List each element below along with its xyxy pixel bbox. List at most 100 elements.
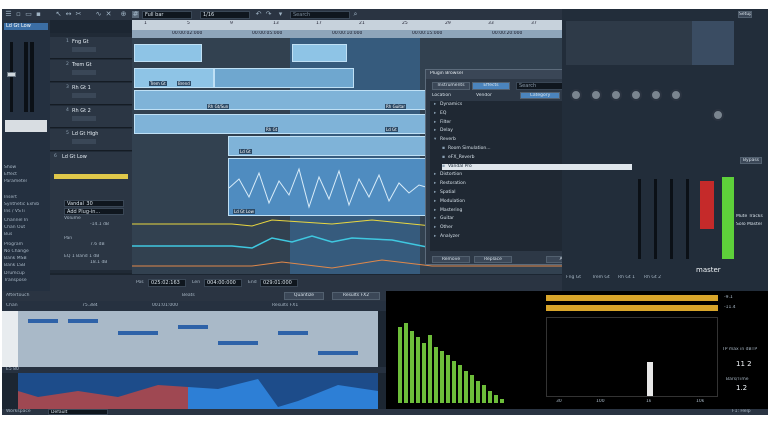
plugin-tree-item[interactable]: ▪ Vandal Pro xyxy=(442,163,632,170)
audio-object[interactable]: Ld Gt xyxy=(228,136,428,156)
length-field[interactable]: 004:00:000 xyxy=(204,279,242,287)
plugin-tree-item[interactable]: ▸ Dynamics xyxy=(434,102,624,108)
pointer-tool-icon[interactable]: ↖ xyxy=(55,11,62,18)
plugin-tree-item[interactable]: ▸ Modulation xyxy=(434,199,624,205)
filter-location[interactable]: Location xyxy=(432,93,451,99)
plugin-tree-item[interactable]: ▸ Mastering xyxy=(434,208,624,214)
new-file-icon[interactable]: ▫ xyxy=(15,11,22,18)
plugin-tree-item[interactable]: ▸ Spatial xyxy=(434,190,624,196)
lower-tab[interactable]: Aftertouch xyxy=(6,293,30,299)
track-header[interactable]: 2 Trem Gt xyxy=(50,60,132,82)
results-button[interactable]: Results FX2 xyxy=(332,292,380,300)
redo-icon[interactable]: ↷ xyxy=(265,11,272,18)
track-name[interactable]: Trem Gt xyxy=(72,62,92,68)
open-folder-icon[interactable]: ▭ xyxy=(25,11,32,18)
send-knob[interactable] xyxy=(630,89,642,101)
menu-icon[interactable]: ☰ xyxy=(5,11,12,18)
send-knob[interactable] xyxy=(570,89,582,101)
search-icon[interactable]: ⌕ xyxy=(352,11,359,18)
zoom-tool-icon[interactable]: ⊕ xyxy=(120,11,127,18)
track-buttons[interactable] xyxy=(72,70,96,75)
aftertouch-lane[interactable] xyxy=(18,373,378,409)
mode-field[interactable]: Results FX1 xyxy=(272,303,298,309)
plugin-tree-item[interactable]: ▸ Analyzer xyxy=(434,234,624,240)
remove-button[interactable]: Remove xyxy=(432,256,470,263)
filter-vendor[interactable]: Vendor xyxy=(476,93,492,99)
erase-tool-icon[interactable]: ✕ xyxy=(105,11,112,18)
replace-button[interactable]: Replace xyxy=(474,256,512,263)
midi-note[interactable] xyxy=(178,325,208,329)
setup-button[interactable]: Setup xyxy=(738,11,752,18)
inspector-volume-fader[interactable] xyxy=(10,42,13,112)
plugin-tree-item[interactable]: ▾ Reverb xyxy=(434,137,624,143)
grid-select[interactable]: 1/16 xyxy=(200,11,250,19)
track-header[interactable]: 1 Fng Gt xyxy=(50,37,132,59)
time-ruler[interactable]: 00:00:02:000 00:00:05:000 00:00:10:000 0… xyxy=(132,30,562,38)
audio-object[interactable] xyxy=(134,44,202,62)
inspector-fader-cap[interactable] xyxy=(7,72,16,77)
grid-icon[interactable]: # xyxy=(132,11,139,18)
position-field[interactable]: 025:02:163 xyxy=(148,279,186,287)
track-header[interactable]: 5 Ld Gt High xyxy=(50,129,132,151)
plugin-tree-item[interactable]: ▸ Delay xyxy=(434,128,624,134)
bypass-button[interactable]: Bypass xyxy=(740,157,762,164)
midi-note[interactable] xyxy=(68,319,98,323)
channel-fader[interactable] xyxy=(638,179,641,259)
snap-icon[interactable]: ▾ xyxy=(277,11,284,18)
pan-knob[interactable] xyxy=(712,109,724,121)
plugin-tree-item[interactable]: ▸ Other xyxy=(434,225,624,231)
midi-note[interactable] xyxy=(118,331,158,335)
value-field[interactable]: 75.384 xyxy=(82,303,98,309)
plugin-slot[interactable]: Vandal_30 xyxy=(64,200,124,207)
plugin-tree-item[interactable]: ▸ EQ xyxy=(434,111,624,117)
workspace-select[interactable]: Default xyxy=(48,409,108,415)
midi-note[interactable] xyxy=(28,319,58,323)
channel-fader[interactable] xyxy=(686,179,689,259)
solo-master-button[interactable]: Solo Master xyxy=(736,222,762,228)
search-input[interactable]: Search xyxy=(290,11,350,19)
range-tool-icon[interactable]: ↔ xyxy=(65,11,72,18)
mute-tracks-button[interactable]: Mute Tracks xyxy=(736,214,763,220)
track-buttons[interactable] xyxy=(72,139,96,144)
plugin-tree-item[interactable]: ▸ Distortion xyxy=(434,172,624,178)
track-name[interactable]: Fng Gt xyxy=(72,39,89,45)
audio-object-waveform[interactable]: Ld Gt Low xyxy=(228,158,428,216)
piano-roll-grid[interactable] xyxy=(18,311,378,367)
zoom-mode-select[interactable]: Full bar xyxy=(142,11,192,19)
curve-tool-icon[interactable]: ∿ xyxy=(95,11,102,18)
plugin-tree-item[interactable]: ▪ Room Simulation... xyxy=(442,146,632,152)
audio-object[interactable] xyxy=(292,44,347,62)
plugin-tree-item[interactable]: ▪ eFX_Reverb xyxy=(442,155,632,161)
midi-note[interactable] xyxy=(318,351,358,355)
filter-category[interactable]: Category xyxy=(520,92,560,99)
send-knob[interactable] xyxy=(590,89,602,101)
track-name[interactable]: Rh Gt 2 xyxy=(72,108,91,114)
end-field[interactable]: 029:01:000 xyxy=(260,279,298,287)
save-icon[interactable]: ▪ xyxy=(35,11,42,18)
tab-instruments[interactable]: Instruments xyxy=(432,82,470,90)
track-header[interactable]: 4 Rh Gt 2 xyxy=(50,106,132,128)
undo-icon[interactable]: ↶ xyxy=(255,11,262,18)
channel-fader[interactable] xyxy=(670,179,673,259)
track-buttons[interactable] xyxy=(72,93,96,98)
audio-object[interactable] xyxy=(214,68,354,88)
quantize-button[interactable]: Quantize xyxy=(284,292,324,300)
midi-note[interactable] xyxy=(218,341,258,345)
track-buttons[interactable] xyxy=(72,116,96,121)
track-name[interactable]: Ld Gt Low xyxy=(62,154,87,160)
cut-tool-icon[interactable]: ✂ xyxy=(75,11,82,18)
position-field[interactable]: 001:01:000 xyxy=(152,303,178,309)
track-header[interactable]: 3 Rh Gt 1 xyxy=(50,83,132,105)
audio-object[interactable]: Trem Gt Brend xyxy=(134,68,214,88)
track-name[interactable]: Ld Gt High xyxy=(72,131,98,137)
piano-keyboard[interactable] xyxy=(2,311,18,367)
track-name[interactable]: Rh Gt 1 xyxy=(72,85,91,91)
timeline-ruler[interactable]: 1 5 9 13 17 21 25 29 33 37 xyxy=(132,20,562,30)
midi-note[interactable] xyxy=(278,331,308,335)
plugin-tree-item[interactable]: ▸ Restoration xyxy=(434,181,624,187)
send-knob[interactable] xyxy=(650,89,662,101)
channel-fader[interactable] xyxy=(654,179,657,259)
tab-effects[interactable]: Effects xyxy=(472,82,510,90)
add-plugin-slot[interactable]: Add Plug-in... xyxy=(64,208,124,215)
send-knob[interactable] xyxy=(610,89,622,101)
